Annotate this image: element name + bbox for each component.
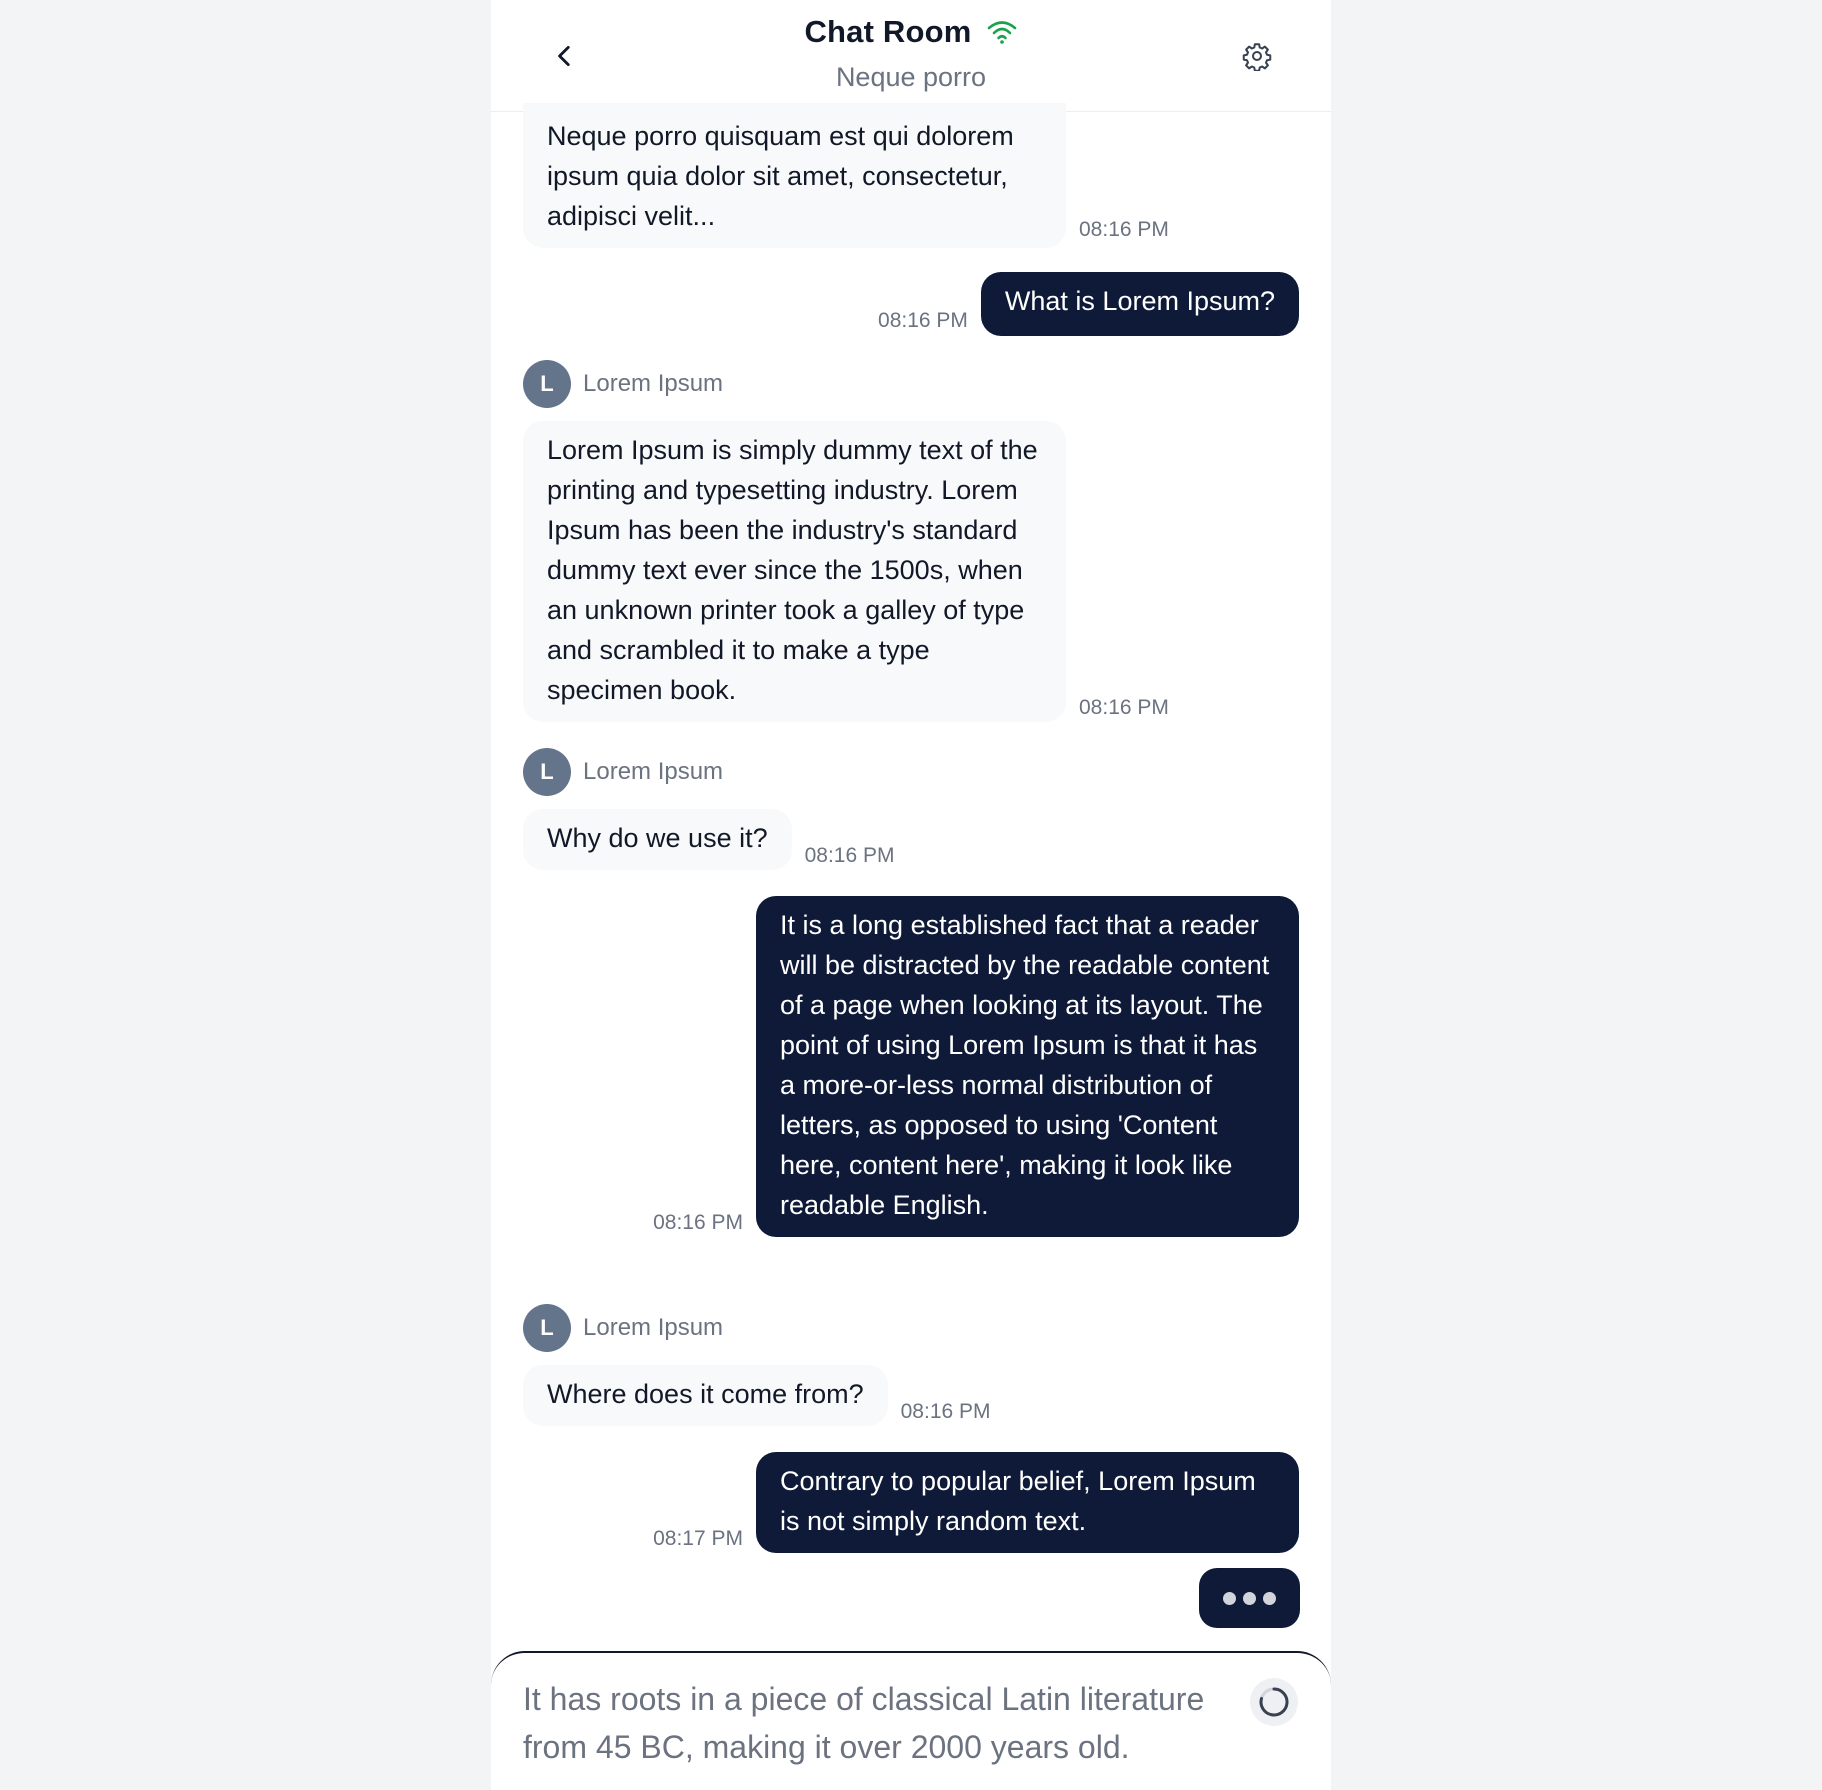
sender-name: Lorem Ipsum — [583, 758, 724, 785]
message-timestamp: 08:16 PM — [804, 844, 895, 867]
chat-header: Chat Room Neque porro — [491, 0, 1331, 112]
wifi-icon — [987, 21, 1016, 44]
incoming-message-bubble[interactable]: Where does it come from? — [523, 1365, 888, 1426]
message-timestamp: 08:16 PM — [653, 1211, 743, 1234]
incoming-message-bubble[interactable]: Neque porro quisquam est qui dolorem ips… — [523, 103, 1066, 248]
message-row: 08:17 PM Contrary to popular belief, Lor… — [653, 1452, 1299, 1553]
chat-screen: Chat Room Neque porro Neque porro quisqu… — [491, 0, 1331, 1790]
typing-indicator — [1199, 1568, 1300, 1628]
incoming-message-bubble[interactable]: Lorem Ipsum is simply dummy text of the … — [523, 421, 1066, 722]
message-timestamp: 08:17 PM — [653, 1527, 743, 1550]
title-row: Chat Room — [491, 14, 1331, 50]
loading-spinner-icon — [1259, 1687, 1289, 1717]
outgoing-message-bubble[interactable]: It is a long established fact that a rea… — [756, 896, 1299, 1237]
message-row: 08:16 PM What is Lorem Ipsum? — [878, 272, 1299, 336]
message-timestamp: 08:16 PM — [878, 309, 968, 332]
gear-icon — [1242, 43, 1272, 71]
typing-dot — [1263, 1591, 1276, 1605]
sender-header: L Lorem Ipsum — [523, 1304, 723, 1352]
avatar: L — [523, 1304, 571, 1352]
message-row: 08:16 PM It is a long established fact t… — [653, 896, 1299, 1237]
message-timestamp: 08:16 PM — [900, 1400, 991, 1423]
sender-name: Lorem Ipsum — [583, 1314, 724, 1341]
message-row: Why do we use it? 08:16 PM — [523, 809, 895, 870]
sender-header: L Lorem Ipsum — [523, 748, 723, 796]
settings-button[interactable] — [1237, 36, 1277, 76]
message-row: Lorem Ipsum is simply dummy text of the … — [523, 421, 1169, 722]
message-input[interactable]: It has roots in a piece of classical Lat… — [523, 1675, 1223, 1771]
sender-header: L Lorem Ipsum — [523, 360, 723, 408]
page-subtitle: Neque porro — [835, 62, 987, 92]
typing-dot — [1223, 1591, 1236, 1605]
outgoing-message-bubble[interactable]: What is Lorem Ipsum? — [980, 272, 1299, 336]
send-button[interactable] — [1250, 1678, 1298, 1726]
typing-dot — [1243, 1591, 1256, 1605]
message-row: Where does it come from? 08:16 PM — [523, 1365, 991, 1426]
outgoing-message-bubble[interactable]: Contrary to popular belief, Lorem Ipsum … — [756, 1452, 1299, 1553]
message-composer: It has roots in a piece of classical Lat… — [491, 1651, 1331, 1790]
avatar: L — [523, 360, 571, 408]
sender-name: Lorem Ipsum — [583, 370, 724, 397]
page-title: Chat Room — [804, 14, 972, 49]
message-row: Neque porro quisquam est qui dolorem ips… — [523, 103, 1169, 248]
incoming-message-bubble[interactable]: Why do we use it? — [523, 809, 792, 870]
message-timestamp: 08:16 PM — [1079, 218, 1169, 241]
message-timestamp: 08:16 PM — [1079, 696, 1169, 719]
avatar: L — [523, 748, 571, 796]
